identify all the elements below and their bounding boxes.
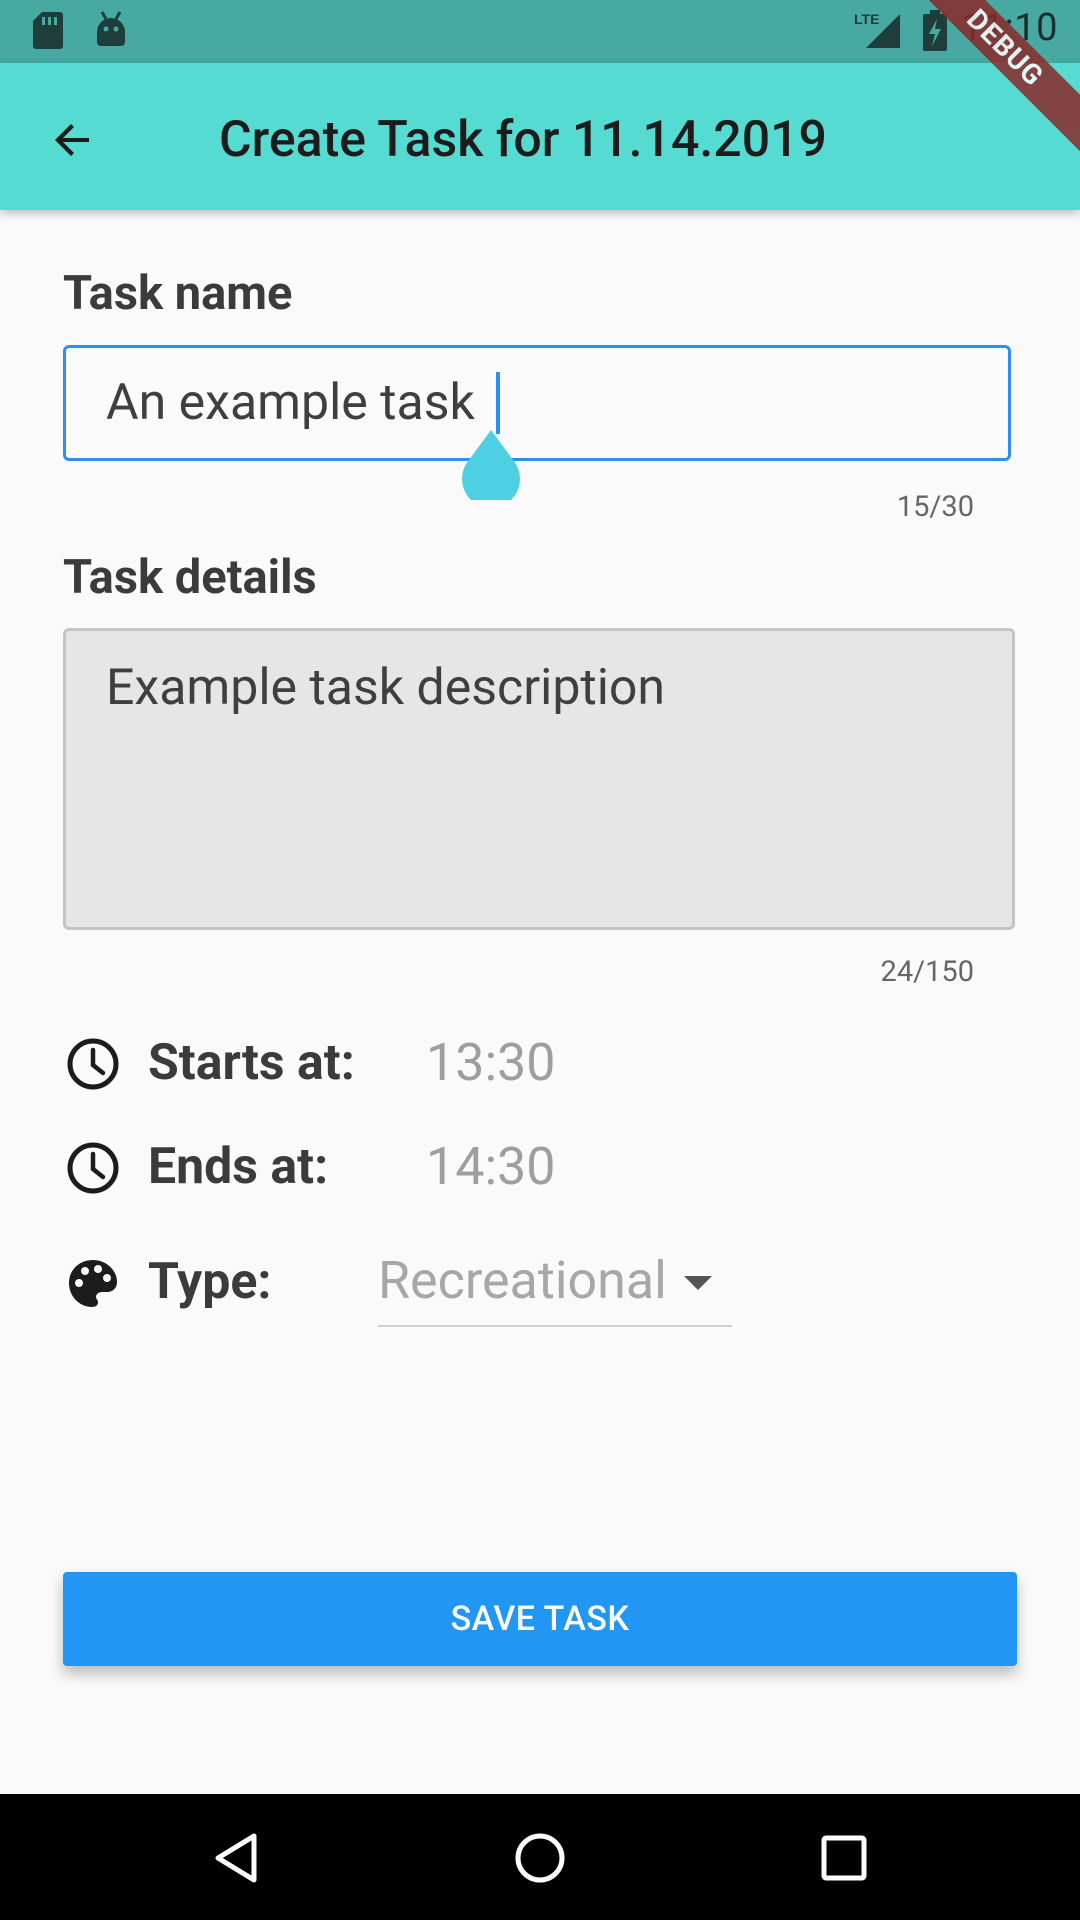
arrow-back-icon (55, 124, 89, 156)
ends-at-value[interactable]: 14:30 (426, 1136, 556, 1197)
task-name-value: An example task (106, 374, 475, 432)
palette-icon (69, 1260, 117, 1307)
page-title: Create Task for 11.14.2019 (219, 111, 827, 169)
navigation-bar (0, 1794, 1080, 1920)
task-details-input[interactable]: Example task description (63, 628, 1015, 930)
back-triangle-icon[interactable] (206, 1828, 266, 1888)
task-name-input[interactable]: An example task (63, 345, 1011, 461)
clock-icon (67, 1142, 119, 1194)
task-name-label: Task name (63, 266, 293, 321)
starts-at-label: Starts at: (148, 1034, 355, 1092)
save-task-button[interactable]: SAVE TASK (63, 1572, 1017, 1666)
svg-text:LTE: LTE (854, 11, 879, 27)
status-bar: LTE 11:10 (0, 0, 1080, 63)
back-button[interactable] (38, 105, 108, 175)
home-circle-icon[interactable] (510, 1828, 570, 1888)
type-dropdown[interactable]: Recreational (378, 1250, 732, 1327)
dropdown-arrow-icon (684, 1276, 712, 1290)
lte-signal-icon: LTE (854, 11, 900, 48)
android-icon (97, 11, 125, 46)
task-name-counter: 15/30 (896, 490, 974, 524)
sd-card-icon (33, 12, 63, 49)
text-cursor (496, 372, 500, 434)
ends-at-label: Ends at: (148, 1138, 329, 1196)
type-dropdown-value: Recreational (378, 1250, 667, 1311)
starts-at-value[interactable]: 13:30 (426, 1032, 556, 1093)
task-details-counter: 24/150 (880, 955, 974, 989)
app-bar: Create Task for 11.14.2019 (0, 63, 1080, 210)
task-details-label: Task details (63, 550, 317, 605)
clock-icon (67, 1038, 119, 1090)
text-selection-handle[interactable] (462, 430, 520, 500)
recents-square-icon[interactable] (814, 1828, 874, 1888)
task-details-value: Example task description (106, 659, 666, 717)
type-label: Type: (148, 1253, 272, 1311)
